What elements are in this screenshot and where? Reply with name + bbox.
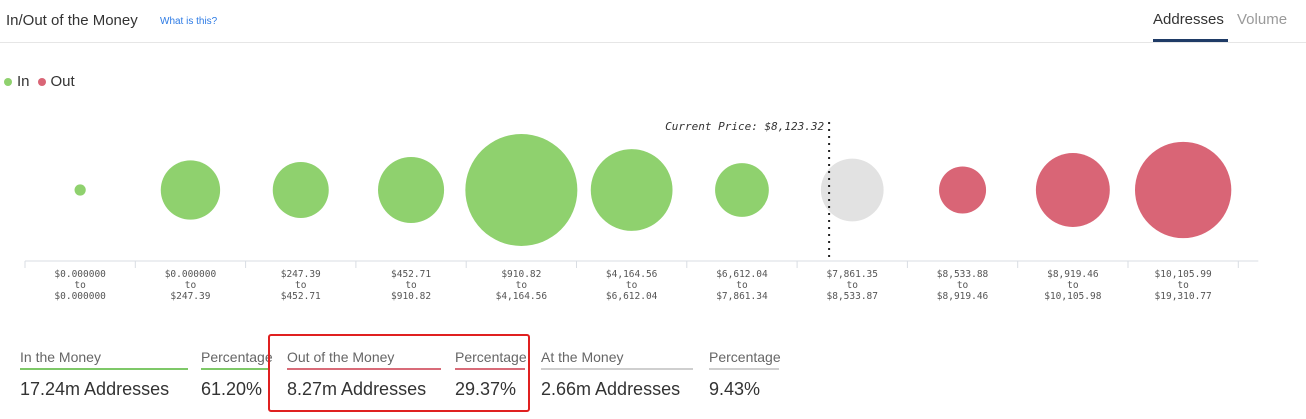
- legend-out-label: Out: [50, 73, 75, 90]
- tab-volume[interactable]: Volume: [1237, 11, 1287, 28]
- page-title: In/Out of the Money: [6, 12, 138, 29]
- bubble-out: [1134, 141, 1232, 239]
- tick-label: to: [626, 280, 638, 291]
- tick-label: to: [516, 280, 528, 291]
- in-money-label: In the Money: [20, 349, 188, 370]
- tick-label: $247.39: [170, 291, 210, 302]
- tab-addresses[interactable]: Addresses: [1153, 11, 1224, 28]
- tick-label: $8,919.46: [1047, 269, 1099, 280]
- in-money-pct: 61.20%: [201, 379, 263, 399]
- tick-label: $0.000000: [165, 269, 217, 280]
- tick-label: $910.82: [501, 269, 541, 280]
- tick-label: to: [185, 280, 197, 291]
- bubble-in: [590, 149, 673, 231]
- legend-item-out[interactable]: Out: [37, 73, 75, 90]
- tick-label: $7,861.34: [716, 291, 768, 302]
- legend-in-dot-icon: [4, 77, 12, 86]
- legend-item-in[interactable]: In: [4, 73, 30, 90]
- bubble-chart: $0.000000to$0.000000$0.000000to$247.39$2…: [24, 120, 1259, 302]
- bubble-in: [715, 163, 769, 217]
- tick-label: $19,310.77: [1155, 291, 1212, 302]
- current-price-label: Current Price: $8,123.32: [665, 120, 824, 133]
- at-money-pct-label: Percentage: [709, 349, 781, 370]
- tick-label: $10,105.98: [1044, 291, 1101, 302]
- tick-label: $910.82: [391, 291, 431, 302]
- tick-label: $10,105.99: [1155, 269, 1212, 280]
- tick-label: to: [295, 280, 307, 291]
- legend: In Out: [4, 73, 83, 90]
- tick-label: $452.71: [281, 291, 321, 302]
- header: In/Out of the Money What is this? Addres…: [0, 0, 1306, 43]
- bubble-out: [1035, 153, 1110, 227]
- tick-label: $4,164.56: [606, 269, 658, 280]
- bubble-in: [160, 160, 221, 220]
- tick-label: $6,612.04: [606, 291, 658, 302]
- in-money-pct-label: Percentage: [201, 349, 273, 370]
- tick-label: $4,164.56: [496, 291, 548, 302]
- in-money-value: 17.24m Addresses: [20, 379, 170, 399]
- tick-label: $6,612.04: [716, 269, 768, 280]
- at-money-label: At the Money: [541, 349, 693, 370]
- tick-label: $0.000000: [54, 269, 106, 280]
- bubble-in: [74, 184, 86, 196]
- tick-label: $0.000000: [54, 291, 106, 302]
- at-money-value: 2.66m Addresses: [541, 379, 681, 399]
- tick-label: $8,919.46: [937, 291, 989, 302]
- tick-label: to: [74, 280, 86, 291]
- highlight-box: [268, 334, 530, 412]
- active-tab-indicator: [1153, 39, 1228, 42]
- legend-in-label: In: [17, 73, 30, 90]
- tick-label: to: [405, 280, 417, 291]
- tick-label: to: [1067, 280, 1079, 291]
- bubble-at: [820, 158, 884, 222]
- tick-label: to: [736, 280, 748, 291]
- tick-label: $8,533.88: [937, 269, 989, 280]
- bubble-in: [378, 156, 445, 224]
- tick-label: to: [1177, 280, 1189, 291]
- bubble-in: [272, 162, 329, 218]
- bubble-out: [939, 166, 987, 214]
- tick-label: to: [847, 280, 859, 291]
- at-money-pct: 9.43%: [709, 379, 761, 399]
- tick-label: $8,533.87: [827, 291, 878, 302]
- legend-out-dot-icon: [37, 77, 46, 86]
- bubble-in: [465, 134, 578, 246]
- what-is-this-link[interactable]: What is this?: [160, 16, 217, 27]
- tick-label: $452.71: [391, 269, 431, 280]
- tick-label: to: [957, 280, 969, 291]
- tick-label: $7,861.35: [827, 269, 878, 280]
- tick-label: $247.39: [281, 269, 321, 280]
